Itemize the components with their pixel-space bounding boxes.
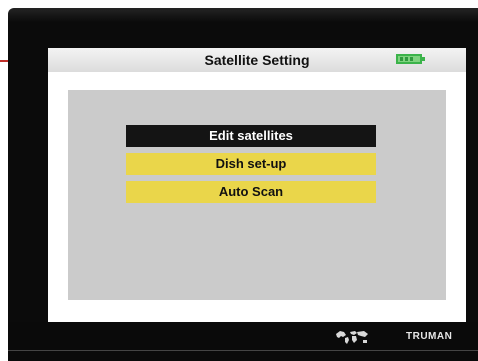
menu-panel: Edit satellites Dish set-up Auto Scan [68,90,446,300]
battery-terminal [422,57,425,61]
tv-screen: Satellite Setting Edit satellites Dish s… [8,8,478,361]
world-map-icon [336,331,368,344]
battery-segment [400,57,403,61]
menu-item-edit-satellites[interactable]: Edit satellites [126,125,376,147]
screenshot: Satellite Setting Edit satellites Dish s… [0,0,478,361]
brand-logo: TRUMAN [406,331,453,342]
menu-item-dish-setup[interactable]: Dish set-up [126,153,376,175]
battery-segment [405,57,408,61]
menu-item-auto-scan[interactable]: Auto Scan [126,181,376,203]
battery-icon [396,54,425,64]
content-area: Edit satellites Dish set-up Auto Scan [48,72,466,322]
screen-glare [8,8,478,22]
footer-bar: TRUMAN [8,322,478,361]
footer-divider [8,350,478,351]
battery-segment [410,57,413,61]
title-bar: Satellite Setting [48,48,466,72]
